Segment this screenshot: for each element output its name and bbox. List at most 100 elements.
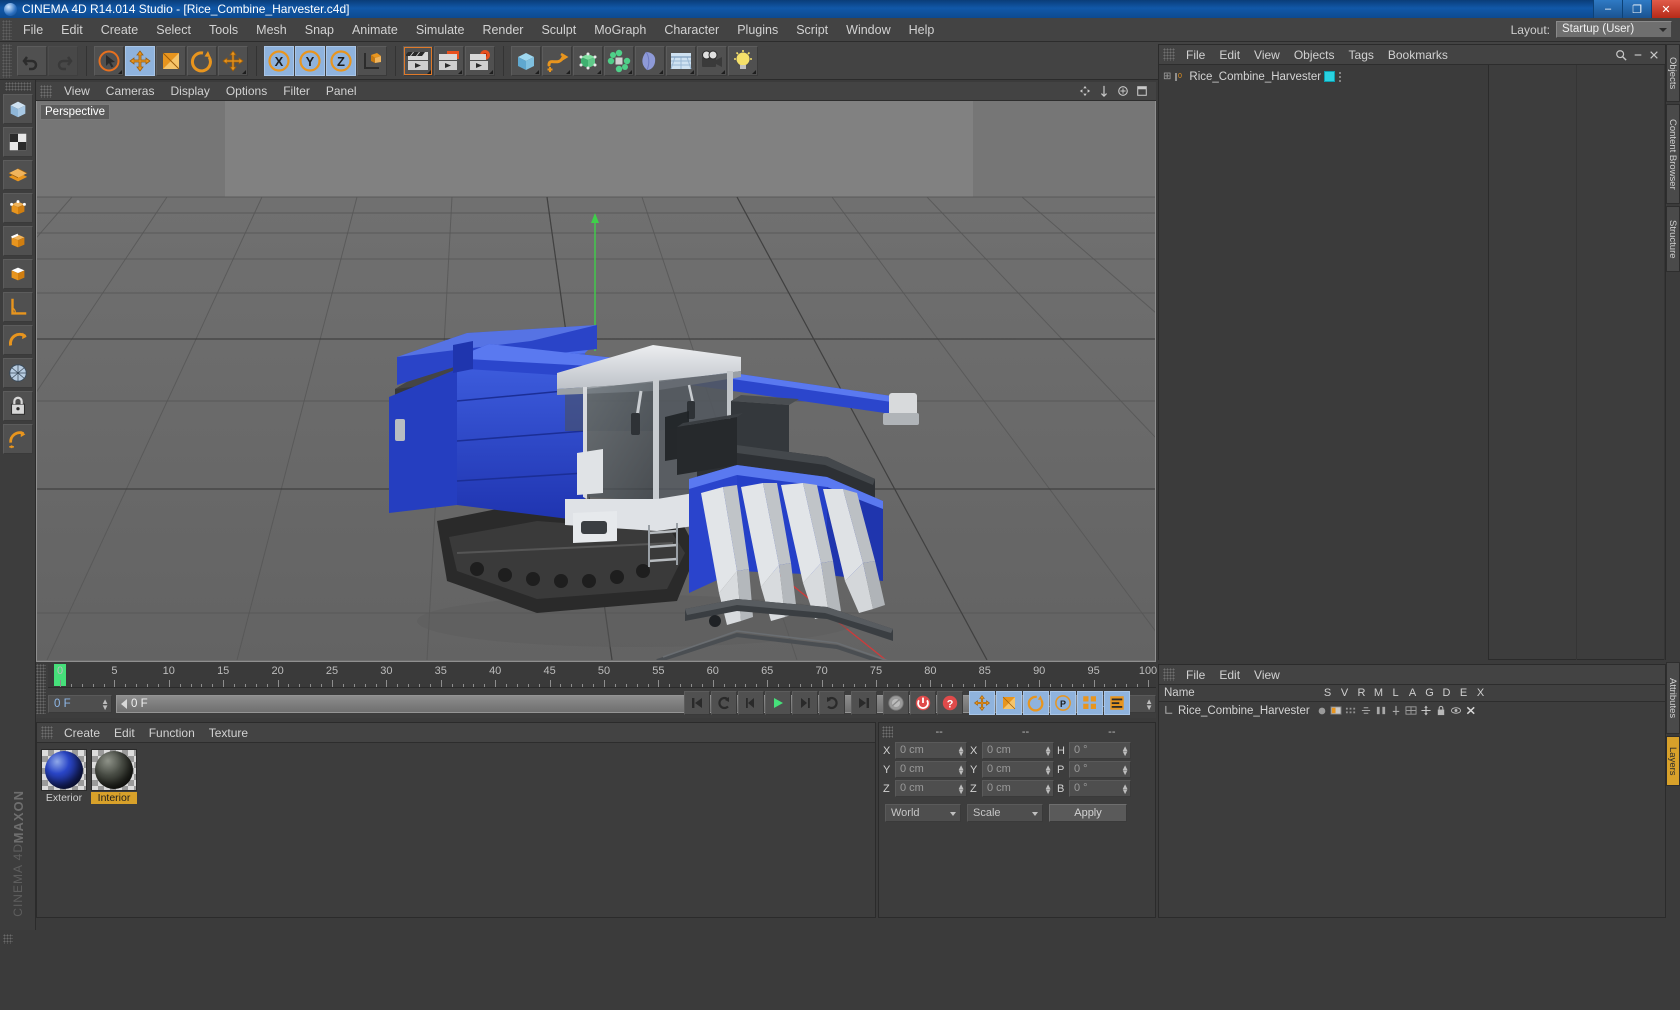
redo-button[interactable] [48, 45, 78, 76]
mm-menu-create[interactable]: Create [57, 726, 107, 740]
expand-icon[interactable]: ⊞ [1163, 71, 1171, 82]
tool-options-corner[interactable] [597, 69, 601, 74]
col-a[interactable]: A [1404, 687, 1421, 699]
vtab-layers[interactable]: Layers [1666, 736, 1680, 786]
rotation-b-field[interactable]: 0 ° ▲ ▼ [1069, 780, 1131, 797]
timeline-button[interactable] [1104, 691, 1130, 715]
om-menu-edit[interactable]: Edit [1212, 48, 1247, 62]
add-cube-button[interactable] [511, 45, 541, 76]
object-manager-grip[interactable] [1163, 48, 1175, 61]
menu-character[interactable]: Character [655, 18, 728, 42]
axis-z-toggle[interactable]: Z [326, 45, 356, 76]
status-bar-grip[interactable] [3, 934, 13, 944]
previous-frame-button[interactable] [738, 691, 764, 715]
layer-row-rice-combine-harvester[interactable]: Rice_Combine_Harvester [1159, 702, 1665, 719]
col-l[interactable]: L [1387, 687, 1404, 699]
tool-options-corner[interactable] [118, 69, 122, 74]
menu-select[interactable]: Select [147, 18, 200, 42]
menu-tools[interactable]: Tools [200, 18, 247, 42]
menu-mesh[interactable]: Mesh [247, 18, 296, 42]
spinner-icon[interactable]: ▲ ▼ [957, 745, 965, 758]
zoom-icon[interactable] [1117, 85, 1129, 97]
link-icon[interactable] [1360, 705, 1372, 716]
position-z-field[interactable]: 0 cm ▲ ▼ [895, 780, 967, 797]
lm-menu-edit[interactable]: Edit [1212, 668, 1247, 682]
mm-menu-function[interactable]: Function [142, 726, 202, 740]
om-menu-view[interactable]: View [1247, 48, 1287, 62]
spinner-icon[interactable]: ▲ ▼ [1121, 764, 1129, 777]
move-tool[interactable] [125, 45, 155, 76]
viewport-menu-view[interactable]: View [56, 84, 98, 98]
viewport-menu-options[interactable]: Options [218, 84, 275, 98]
material-item-exterior[interactable]: Exterior [41, 749, 87, 804]
spinner-icon[interactable]: ▲ ▼ [101, 698, 109, 712]
menu-create[interactable]: Create [92, 18, 148, 42]
add-spline-button[interactable] [542, 45, 572, 76]
spinner-icon[interactable]: ▲ ▼ [957, 783, 965, 796]
object-tree[interactable]: ⊞ 0 Rice_Combine_Harvester [1159, 65, 1489, 660]
viewport-menu-display[interactable]: Display [162, 84, 217, 98]
rotation-h-field[interactable]: 0 ° ▲ ▼ [1069, 742, 1131, 759]
point-mode-button[interactable] [3, 193, 33, 223]
close-icon[interactable] [1649, 50, 1659, 60]
spinner-icon[interactable]: ▲ ▼ [1121, 745, 1129, 758]
size-mode-dropdown[interactable]: Scale [967, 804, 1043, 822]
mm-menu-edit[interactable]: Edit [107, 726, 142, 740]
om-menu-bookmarks[interactable]: Bookmarks [1381, 48, 1455, 62]
axis-y-toggle[interactable]: Y [295, 45, 325, 76]
material-thumbnail[interactable] [91, 749, 137, 791]
play-backwards-loop-button[interactable] [711, 691, 737, 715]
add-deformer-button[interactable] [604, 45, 634, 76]
col-e[interactable]: E [1455, 687, 1472, 699]
om-menu-file[interactable]: File [1179, 48, 1212, 62]
vtab-attributes[interactable]: Attributes [1666, 662, 1680, 734]
col-s[interactable]: S [1319, 687, 1336, 699]
pan-icon[interactable] [1079, 85, 1091, 97]
lm-menu-view[interactable]: View [1247, 668, 1287, 682]
chain-icon[interactable] [1375, 705, 1387, 716]
material-item-interior[interactable]: Interior [91, 749, 137, 804]
tool-options-corner[interactable] [721, 69, 725, 74]
spinner-icon[interactable]: ▲ ▼ [1145, 698, 1153, 712]
edge-mode-button[interactable] [3, 226, 33, 256]
lm-menu-file[interactable]: File [1179, 668, 1212, 682]
layer-manager-grip[interactable] [1163, 668, 1175, 681]
add-environment-button[interactable] [666, 45, 696, 76]
param-key-toggle[interactable]: P [1050, 691, 1076, 715]
material-thumbnail[interactable] [41, 749, 87, 791]
menu-script[interactable]: Script [787, 18, 837, 42]
mm-menu-texture[interactable]: Texture [202, 726, 255, 740]
minimize-icon[interactable] [1633, 50, 1643, 60]
face-mode-button[interactable] [3, 259, 33, 289]
size-y-field[interactable]: 0 cm ▲ ▼ [982, 761, 1054, 778]
apply-button[interactable]: Apply [1049, 804, 1127, 822]
col-d[interactable]: D [1438, 687, 1455, 699]
tool-options-corner[interactable] [566, 69, 570, 74]
size-z-field[interactable]: 0 cm ▲ ▼ [982, 780, 1054, 797]
move-mini-icon[interactable] [1420, 705, 1432, 716]
material-manager-grip[interactable] [41, 726, 53, 739]
layout-dropdown[interactable]: Startup (User) [1556, 21, 1672, 38]
col-g[interactable]: G [1421, 687, 1438, 699]
autokeying-button[interactable] [910, 691, 936, 715]
object-row-rice-combine-harvester[interactable]: ⊞ 0 Rice_Combine_Harvester [1159, 68, 1488, 85]
live-selection-tool[interactable] [94, 45, 124, 76]
spinner-icon[interactable]: ▲ ▼ [1121, 783, 1129, 796]
record-active-objects-button[interactable] [883, 691, 909, 715]
tool-options-corner[interactable] [659, 69, 663, 74]
go-to-start-button[interactable] [684, 691, 710, 715]
toolbar-grip-handle[interactable] [2, 43, 12, 78]
tool-options-corner[interactable] [628, 69, 632, 74]
close-button[interactable]: ✕ [1651, 0, 1680, 18]
tool-options-corner[interactable] [458, 69, 462, 74]
lock-button[interactable] [3, 391, 33, 421]
menu-window[interactable]: Window [837, 18, 899, 42]
menu-render[interactable]: Render [473, 18, 532, 42]
nudge-tool[interactable] [218, 45, 248, 76]
vtab-content-browser[interactable]: Content Browser [1666, 104, 1680, 204]
position-key-toggle[interactable] [969, 691, 995, 715]
col-m[interactable]: M [1370, 687, 1387, 699]
timeline-ruler[interactable]: 0 5 10 15 20 25 30 35 40 45 50 55 60 65 70 75 80 85 90 95 10… [48, 664, 1157, 688]
spinner-icon[interactable]: ▲ ▼ [1044, 783, 1052, 796]
menu-file[interactable]: File [14, 18, 52, 42]
